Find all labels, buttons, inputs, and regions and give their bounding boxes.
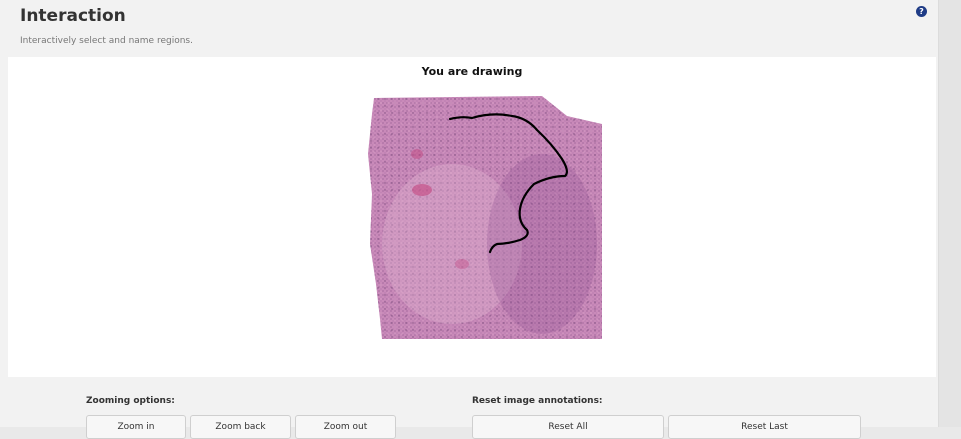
tissue-stain-spot [455, 259, 469, 269]
zoom-out-button[interactable]: Zoom out [295, 415, 396, 439]
reset-annotations-label: Reset image annotations: [472, 396, 603, 406]
panel-subtitle: Interactively select and name regions. [20, 36, 193, 46]
tissue-image[interactable] [362, 94, 608, 342]
reset-last-button[interactable]: Reset Last [668, 415, 861, 439]
zoom-in-button[interactable]: Zoom in [86, 415, 186, 439]
tissue-stain-spot [412, 184, 432, 196]
right-scroll-strip [938, 0, 961, 427]
drawing-canvas[interactable]: You are drawing [8, 57, 936, 377]
canvas-title: You are drawing [421, 65, 523, 78]
reset-all-button[interactable]: Reset All [472, 415, 664, 439]
question-circle-icon[interactable]: ? [916, 6, 927, 17]
panel-title: Interaction [20, 6, 126, 26]
tissue-stain-spot [411, 149, 423, 159]
controls-area: Zooming options: Zoom in Zoom back Zoom … [0, 377, 938, 439]
zoom-back-button[interactable]: Zoom back [190, 415, 291, 439]
zoom-options-label: Zooming options: [86, 396, 175, 406]
interaction-panel: Interaction Interactively select and nam… [0, 0, 938, 439]
